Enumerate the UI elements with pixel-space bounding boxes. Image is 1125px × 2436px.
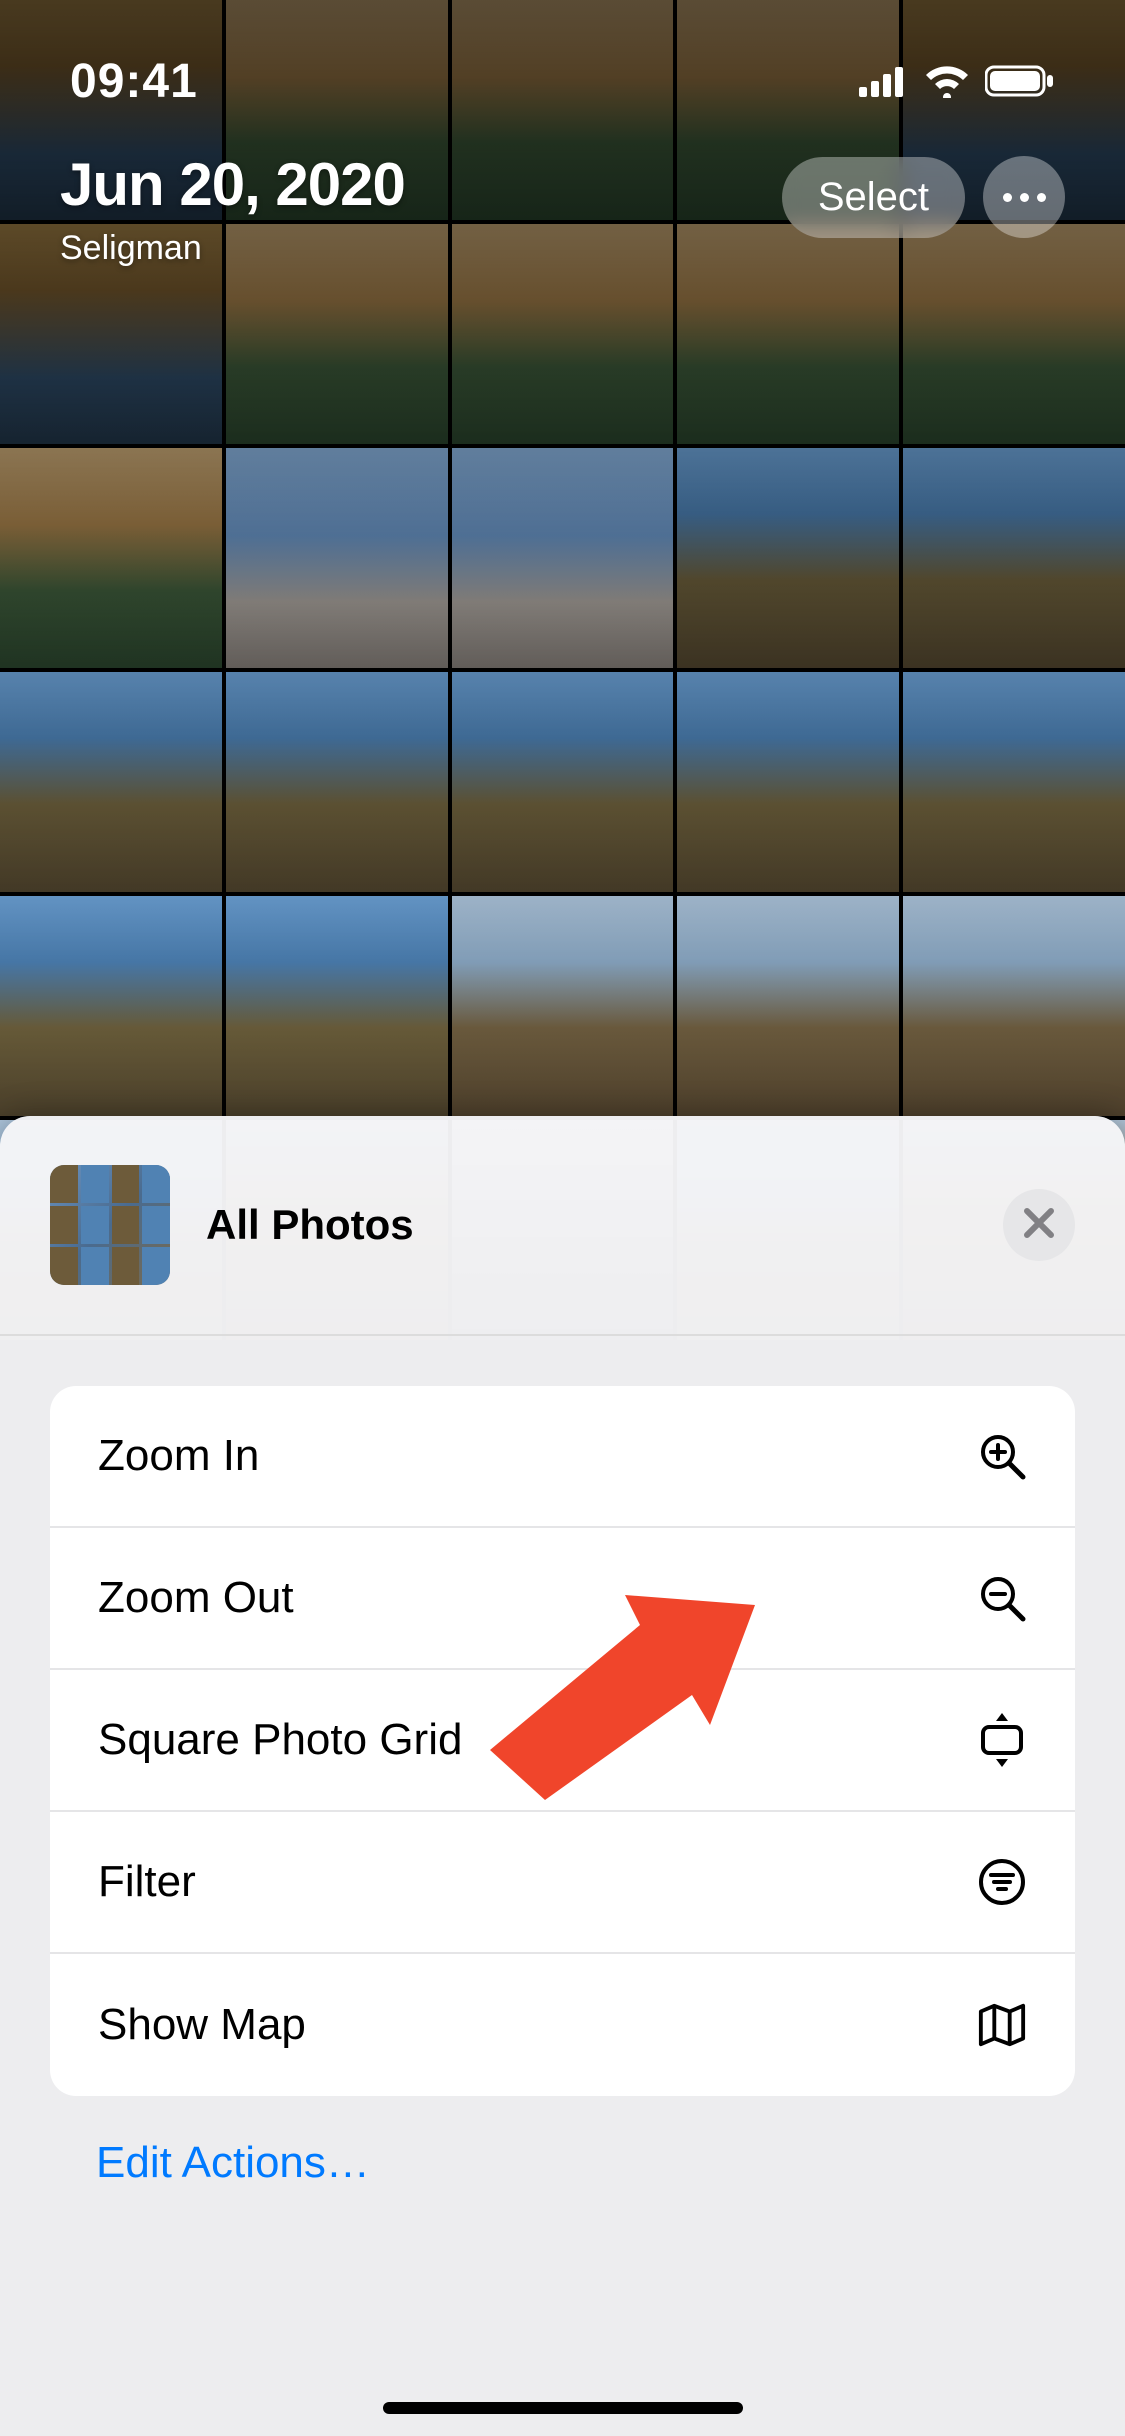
status-indicators (859, 64, 1055, 98)
photo-thumbnail[interactable] (677, 672, 899, 892)
photo-thumbnail[interactable] (226, 672, 448, 892)
zoom-out-icon (977, 1573, 1027, 1623)
action-label: Filter (98, 1857, 196, 1907)
header-location[interactable]: Seligman (60, 229, 405, 268)
photo-thumbnail[interactable] (0, 896, 222, 1116)
close-icon (1021, 1205, 1057, 1246)
filter-action[interactable]: Filter (50, 1812, 1075, 1954)
photo-thumbnail[interactable] (226, 896, 448, 1116)
photo-thumbnail[interactable] (677, 896, 899, 1116)
home-indicator[interactable] (383, 2402, 743, 2414)
zoom-in-icon (977, 1431, 1027, 1481)
edit-actions-link[interactable]: Edit Actions… (96, 2138, 1077, 2188)
action-label: Square Photo Grid (98, 1715, 462, 1765)
photo-thumbnail[interactable] (452, 672, 674, 892)
photo-thumbnail[interactable] (903, 672, 1125, 892)
close-button[interactable] (1003, 1189, 1075, 1261)
library-header: Jun 20, 2020 Seligman Select (0, 150, 1125, 268)
header-date[interactable]: Jun 20, 2020 (60, 150, 405, 219)
square-photo-grid-action[interactable]: Square Photo Grid (50, 1670, 1075, 1812)
action-list: Zoom In Zoom Out Square Photo Grid Filte… (50, 1386, 1075, 2096)
photo-thumbnail[interactable] (452, 448, 674, 668)
square-grid-icon (977, 1715, 1027, 1765)
battery-icon (985, 64, 1055, 98)
wifi-icon (923, 64, 971, 98)
filter-icon (977, 1857, 1027, 1907)
photo-thumbnail[interactable] (903, 448, 1125, 668)
photo-thumbnail[interactable] (0, 448, 222, 668)
map-icon (977, 2000, 1027, 2050)
show-map-action[interactable]: Show Map (50, 1954, 1075, 2096)
all-photos-thumbnail-icon (50, 1165, 170, 1285)
cellular-icon (859, 65, 909, 97)
photo-thumbnail[interactable] (452, 896, 674, 1116)
action-sheet-title: All Photos (206, 1201, 414, 1249)
photo-thumbnail[interactable] (226, 448, 448, 668)
status-bar: 09:41 (0, 36, 1125, 126)
action-label: Show Map (98, 2000, 306, 2050)
more-button[interactable] (983, 156, 1065, 238)
status-time: 09:41 (70, 54, 198, 109)
photo-thumbnail[interactable] (0, 672, 222, 892)
select-button[interactable]: Select (782, 157, 965, 238)
action-sheet: All Photos Zoom In Zoom Out Square Photo… (0, 1116, 1125, 2436)
photo-thumbnail[interactable] (903, 896, 1125, 1116)
ellipsis-icon (1003, 193, 1012, 202)
photo-thumbnail[interactable] (677, 448, 899, 668)
action-sheet-header: All Photos (0, 1116, 1125, 1336)
action-label: Zoom Out (98, 1573, 294, 1623)
zoom-out-action[interactable]: Zoom Out (50, 1528, 1075, 1670)
zoom-in-action[interactable]: Zoom In (50, 1386, 1075, 1528)
action-label: Zoom In (98, 1431, 259, 1481)
